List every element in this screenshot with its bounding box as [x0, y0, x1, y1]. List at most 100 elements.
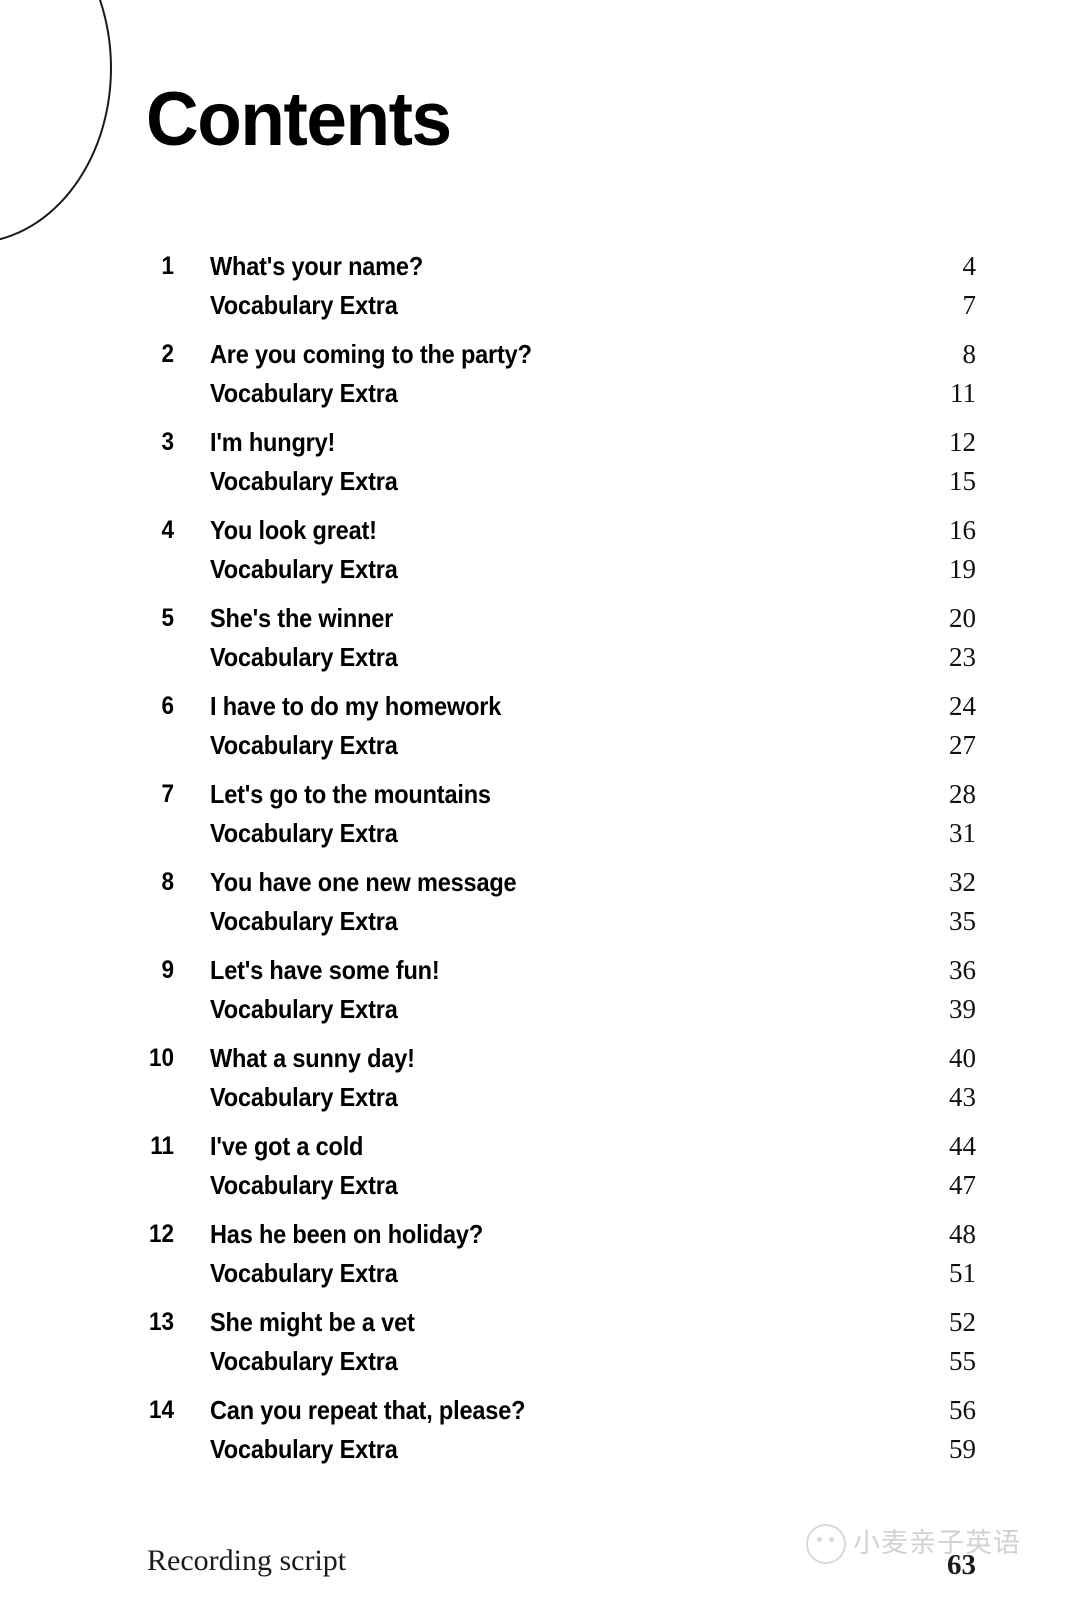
footer-page-number: 63 — [947, 1549, 976, 1581]
toc-vocabulary-extra-label[interactable]: Vocabulary Extra — [210, 462, 398, 501]
toc-unit-number: 1 — [161, 252, 174, 280]
toc-sub-page-number: 39 — [949, 994, 976, 1024]
toc-sub-page-number: 43 — [949, 1082, 976, 1112]
toc-subrow[interactable]: Vocabulary Extra 39 — [0, 990, 1080, 1029]
toc-unit-title[interactable]: Has he been on holiday? — [210, 1215, 483, 1254]
toc-unit-title[interactable]: I've got a cold — [210, 1127, 363, 1166]
toc-vocabulary-extra-label[interactable]: Vocabulary Extra — [210, 902, 398, 941]
toc-row[interactable]: 13 She might be a vet 52 — [0, 1303, 1080, 1342]
toc-sub-page-number: 19 — [949, 554, 976, 584]
toc-page-number: 36 — [949, 955, 976, 985]
toc-page-number: 24 — [949, 691, 976, 721]
page-title: Contents — [146, 76, 452, 162]
toc-row[interactable]: 7 Let's go to the mountains 28 — [0, 775, 1080, 814]
toc-vocabulary-extra-label[interactable]: Vocabulary Extra — [210, 990, 398, 1029]
toc-subrow[interactable]: Vocabulary Extra 19 — [0, 550, 1080, 589]
toc-row[interactable]: 9 Let's have some fun! 36 — [0, 951, 1080, 990]
toc-unit-number: 8 — [161, 868, 174, 896]
toc-unit-title[interactable]: I have to do my homework — [210, 687, 501, 726]
toc-subrow[interactable]: Vocabulary Extra 59 — [0, 1430, 1080, 1469]
toc-entry-group: 5 She's the winner 20 Vocabulary Extra 23 — [0, 599, 1080, 677]
table-of-contents: 1 What's your name? 4 Vocabulary Extra 7 2 Are… — [0, 247, 1080, 1479]
toc-entry-group: 9 Let's have some fun! 36 Vocabulary Extra 3… — [0, 951, 1080, 1029]
toc-unit-title[interactable]: She might be a vet — [210, 1303, 415, 1342]
toc-sub-page-number: 7 — [962, 290, 977, 320]
toc-row[interactable]: 11 I've got a cold 44 — [0, 1127, 1080, 1166]
toc-unit-title[interactable]: You look great! — [210, 511, 377, 550]
toc-unit-title[interactable]: Let's go to the mountains — [210, 775, 491, 814]
toc-vocabulary-extra-label[interactable]: Vocabulary Extra — [210, 374, 398, 413]
toc-page-number: 32 — [949, 867, 976, 897]
toc-unit-title[interactable]: What's your name? — [210, 247, 423, 286]
toc-row[interactable]: 2 Are you coming to the party? 8 — [0, 335, 1080, 374]
toc-unit-title[interactable]: She's the winner — [210, 599, 393, 638]
toc-subrow[interactable]: Vocabulary Extra 55 — [0, 1342, 1080, 1381]
toc-vocabulary-extra-label[interactable]: Vocabulary Extra — [210, 1430, 398, 1469]
toc-subrow[interactable]: Vocabulary Extra 31 — [0, 814, 1080, 853]
toc-page-number: 56 — [949, 1395, 976, 1425]
toc-page-number: 40 — [949, 1043, 976, 1073]
toc-unit-number: 13 — [148, 1308, 174, 1336]
toc-entry-group: 6 I have to do my homework 24 Vocabulary Ex… — [0, 687, 1080, 765]
toc-entry-group: 12 Has he been on holiday? 48 Vocabulary Ex… — [0, 1215, 1080, 1293]
toc-vocabulary-extra-label[interactable]: Vocabulary Extra — [210, 1254, 398, 1293]
toc-subrow[interactable]: Vocabulary Extra 35 — [0, 902, 1080, 941]
toc-vocabulary-extra-label[interactable]: Vocabulary Extra — [210, 726, 398, 765]
toc-subrow[interactable]: Vocabulary Extra 11 — [0, 374, 1080, 413]
toc-row[interactable]: 8 You have one new message 32 — [0, 863, 1080, 902]
toc-row[interactable]: 14 Can you repeat that, please? 56 — [0, 1391, 1080, 1430]
toc-page-number: 48 — [949, 1219, 976, 1249]
toc-vocabulary-extra-label[interactable]: Vocabulary Extra — [210, 550, 398, 589]
toc-row[interactable]: 1 What's your name? 4 — [0, 247, 1080, 286]
toc-unit-title[interactable]: Are you coming to the party? — [210, 335, 532, 374]
toc-vocabulary-extra-label[interactable]: Vocabulary Extra — [210, 286, 398, 325]
toc-page-number: 28 — [949, 779, 976, 809]
toc-row[interactable]: 6 I have to do my homework 24 — [0, 687, 1080, 726]
toc-entry-group: 11 I've got a cold 44 Vocabulary Extra 47 — [0, 1127, 1080, 1205]
toc-page-number: 16 — [949, 515, 976, 545]
toc-entry-group: 2 Are you coming to the party? 8 Vocabulary… — [0, 335, 1080, 413]
toc-vocabulary-extra-label[interactable]: Vocabulary Extra — [210, 814, 398, 853]
decorative-circle-arc — [0, 0, 112, 244]
toc-subrow[interactable]: Vocabulary Extra 43 — [0, 1078, 1080, 1117]
toc-subrow[interactable]: Vocabulary Extra 47 — [0, 1166, 1080, 1205]
toc-unit-title[interactable]: I'm hungry! — [210, 423, 335, 462]
toc-unit-number: 4 — [161, 516, 174, 544]
toc-entry-group: 13 She might be a vet 52 Vocabulary Extra 55 — [0, 1303, 1080, 1381]
toc-entry-group: 10 What a sunny day! 40 Vocabulary Extra 43 — [0, 1039, 1080, 1117]
toc-row[interactable]: 10 What a sunny day! 40 — [0, 1039, 1080, 1078]
toc-entry-group: 4 You look great! 16 Vocabulary Extra 19 — [0, 511, 1080, 589]
toc-sub-page-number: 59 — [949, 1434, 976, 1464]
toc-unit-title[interactable]: Let's have some fun! — [210, 951, 440, 990]
toc-sub-page-number: 51 — [949, 1258, 976, 1288]
page-footer: Recording script 63 — [0, 1540, 1080, 1600]
toc-unit-number: 2 — [161, 340, 174, 368]
toc-subrow[interactable]: Vocabulary Extra 23 — [0, 638, 1080, 677]
toc-unit-title[interactable]: What a sunny day! — [210, 1039, 415, 1078]
toc-page-number: 20 — [949, 603, 976, 633]
toc-entry-group: 14 Can you repeat that, please? 56 Vocabula… — [0, 1391, 1080, 1469]
toc-unit-number: 7 — [161, 780, 174, 808]
toc-page-number: 4 — [962, 251, 977, 281]
toc-row[interactable]: 5 She's the winner 20 — [0, 599, 1080, 638]
toc-subrow[interactable]: Vocabulary Extra 51 — [0, 1254, 1080, 1293]
toc-vocabulary-extra-label[interactable]: Vocabulary Extra — [210, 1078, 398, 1117]
toc-subrow[interactable]: Vocabulary Extra 15 — [0, 462, 1080, 501]
toc-row[interactable]: 4 You look great! 16 — [0, 511, 1080, 550]
toc-vocabulary-extra-label[interactable]: Vocabulary Extra — [210, 1342, 398, 1381]
toc-row[interactable]: 12 Has he been on holiday? 48 — [0, 1215, 1080, 1254]
toc-unit-title[interactable]: Can you repeat that, please? — [210, 1391, 525, 1430]
toc-unit-number: 9 — [161, 956, 174, 984]
toc-subrow[interactable]: Vocabulary Extra 7 — [0, 286, 1080, 325]
toc-sub-page-number: 23 — [949, 642, 976, 672]
toc-unit-title[interactable]: You have one new message — [210, 863, 517, 902]
toc-row[interactable]: 3 I'm hungry! 12 — [0, 423, 1080, 462]
toc-page-number: 44 — [949, 1131, 976, 1161]
toc-subrow[interactable]: Vocabulary Extra 27 — [0, 726, 1080, 765]
toc-sub-page-number: 15 — [949, 466, 976, 496]
toc-vocabulary-extra-label[interactable]: Vocabulary Extra — [210, 1166, 398, 1205]
toc-unit-number: 14 — [148, 1396, 174, 1424]
document-page: Contents 1 What's your name? 4 Vocabulary E… — [0, 0, 1080, 1623]
toc-sub-page-number: 47 — [949, 1170, 976, 1200]
toc-vocabulary-extra-label[interactable]: Vocabulary Extra — [210, 638, 398, 677]
